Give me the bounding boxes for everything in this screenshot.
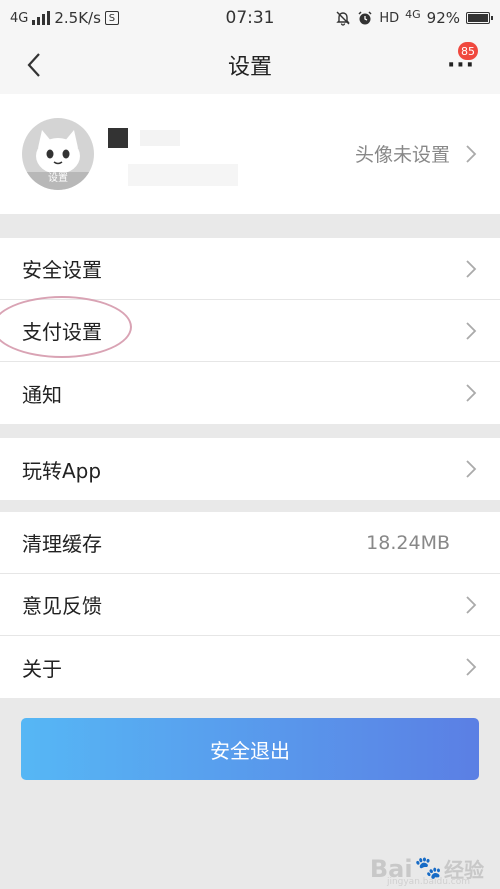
chevron-right-icon <box>466 384 477 402</box>
chevron-right-icon <box>466 596 477 614</box>
profile-row[interactable]: 设置 头像未设置 <box>0 94 500 214</box>
row-feedback[interactable]: 意见反馈 <box>0 574 500 636</box>
status-right: HD 4G 92% <box>335 7 493 27</box>
row-about[interactable]: 关于 <box>0 636 500 698</box>
notification-badge: 85 <box>458 42 478 60</box>
row-label: 通知 <box>22 382 62 407</box>
row-notifications[interactable]: 通知 <box>0 362 500 424</box>
username-blur <box>140 130 180 146</box>
row-label: 玩转App <box>22 458 102 483</box>
status-left: 4G 2.5K/s S <box>10 9 119 27</box>
avatar-label: 设置 <box>48 173 68 184</box>
mute-bell-icon <box>336 11 351 26</box>
hd-label: HD <box>379 10 400 26</box>
battery-percent: 92% <box>426 9 460 27</box>
logout-button[interactable]: 安全退出 <box>21 718 479 780</box>
battery-icon <box>466 12 493 24</box>
user-id-blur <box>128 164 238 186</box>
row-security-settings[interactable]: 安全设置 <box>0 238 500 300</box>
page-title: 设置 <box>0 36 500 94</box>
watermark-url: jingyan.baidu.com <box>386 877 470 887</box>
chevron-right-icon <box>466 145 477 163</box>
network-type-right: 4G <box>405 7 421 21</box>
network-speed: 2.5K/s <box>54 9 101 27</box>
chevron-right-icon <box>466 260 477 278</box>
chevron-right-icon <box>466 460 477 478</box>
network-type: 4G <box>10 10 29 26</box>
alarm-icon <box>358 11 372 25</box>
avatar-hint: 头像未设置 <box>354 144 450 166</box>
row-label: 意见反馈 <box>22 594 102 618</box>
page-title-text: 设置 <box>227 55 272 80</box>
signal-icon <box>32 11 51 25</box>
row-clear-cache[interactable]: 清理缓存 18.24MB <box>0 512 500 574</box>
username-redacted <box>108 128 128 148</box>
row-label: 清理缓存 <box>22 532 102 556</box>
row-label: 支付设置 <box>22 320 102 344</box>
settings-group-1: 安全设置 支付设置 通知 <box>0 238 500 424</box>
battery-level <box>468 14 489 22</box>
row-label: 关于 <box>22 656 62 681</box>
chevron-right-icon <box>466 322 477 340</box>
s-icon: S <box>104 11 119 25</box>
avatar[interactable]: 设置 <box>22 118 94 190</box>
cache-size: 18.24MB <box>366 531 450 554</box>
row-payment-settings[interactable]: 支付设置 <box>0 300 500 362</box>
status-bar: 4G 2.5K/s S 07:31 HD 4G 92% <box>0 0 500 36</box>
settings-group-2: 玩转App <box>0 438 500 500</box>
nav-bar: 设置 ··· 85 <box>0 36 500 94</box>
settings-group-3: 清理缓存 18.24MB 意见反馈 关于 <box>0 512 500 698</box>
time: 07:31 <box>225 8 275 28</box>
chevron-right-icon <box>466 658 477 676</box>
row-label: 安全设置 <box>22 258 102 282</box>
row-app-guide[interactable]: 玩转App <box>0 438 500 500</box>
